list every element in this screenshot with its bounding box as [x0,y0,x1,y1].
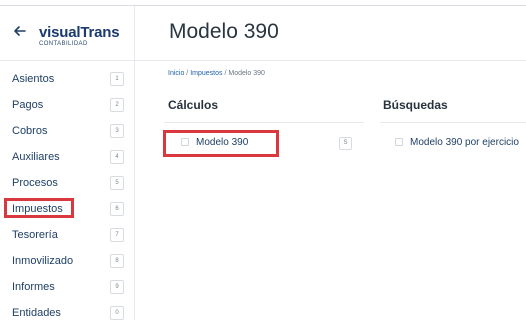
sidebar-item-label: Cobros [12,125,48,137]
checkbox-icon [395,138,403,147]
breadcrumb-current: Modelo 390 [228,70,265,77]
sidebar-item-auxiliares[interactable]: Auxiliares 4 [0,147,134,169]
sidebar-item-label: Procesos [12,177,58,189]
page-title: Modelo 390 [169,20,279,43]
shortcut-badge: 4 [110,150,124,164]
arrow-left-icon[interactable] [12,23,28,39]
section-divider [164,122,364,123]
brand-header: visualTrans CONTABILIDAD [0,6,134,61]
breadcrumb: Inicio / Impuestos / Modelo 390 [168,70,265,77]
sidebar-item-label: Entidades [12,307,61,319]
breadcrumb-impuestos[interactable]: Impuestos [190,70,222,77]
sidebar-item-label: Pagos [12,99,44,111]
sidebar-item-inmovilizado[interactable]: Inmovilizado 8 [0,251,134,273]
shortcut-badge: 6 [110,202,124,216]
section-title-calculos: Cálculos [168,98,219,112]
shortcut-badge: 8 [110,254,124,268]
sidebar-item-label: Informes [12,281,55,293]
section-title-busquedas: Búsquedas [383,98,448,112]
breadcrumb-home[interactable]: Inicio [168,70,184,77]
logo-name: visualTrans [39,24,120,41]
sidebar-item-cobros[interactable]: Cobros 3 [0,121,134,143]
section-divider [380,122,526,123]
sidebar-item-tesoreria[interactable]: Tesorería 7 [0,225,134,247]
sidebar-item-label: Inmovilizado [12,255,74,267]
highlight-modelo-390 [163,130,279,157]
logo-subtitle: CONTABILIDAD [39,41,88,47]
sidebar: visualTrans CONTABILIDAD Asientos 1 Pago… [0,6,135,320]
sidebar-item-procesos[interactable]: Procesos 5 [0,173,134,195]
link-label: Modelo 390 por ejercicio [410,137,519,148]
sidebar-item-label: Asientos [12,73,55,85]
shortcut-badge: 5 [110,176,124,190]
shortcut-badge: 2 [110,98,124,112]
breadcrumb-separator: / [224,70,227,77]
sidebar-item-label: Auxiliares [12,151,60,163]
shortcut-badge: 7 [110,228,124,242]
shortcut-badge: S [339,137,352,150]
shortcut-badge: 9 [110,280,124,294]
sidebar-item-pagos[interactable]: Pagos 2 [0,95,134,117]
sidebar-item-asientos[interactable]: Asientos 1 [0,69,134,91]
shortcut-badge: 0 [110,306,124,320]
highlight-impuestos [4,198,74,218]
sidebar-item-entidades[interactable]: Entidades 0 [0,303,134,325]
shortcut-badge: 3 [110,124,124,138]
breadcrumb-separator: / [186,70,189,77]
sidebar-item-informes[interactable]: Informes 9 [0,277,134,299]
sidebar-item-label: Tesorería [12,229,58,241]
app-logo[interactable]: visualTrans CONTABILIDAD [39,24,120,48]
link-modelo-390-por-ejercicio[interactable]: Modelo 390 por ejercicio [395,137,519,148]
header-divider [134,60,526,61]
shortcut-badge: 1 [110,72,124,86]
